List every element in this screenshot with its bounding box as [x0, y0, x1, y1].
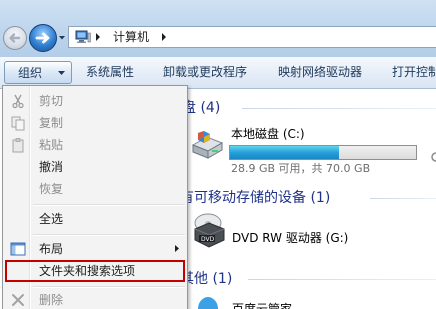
group-divider: [248, 279, 436, 280]
breadcrumb-chevron-right-icon[interactable]: [95, 32, 101, 42]
breadcrumb-chevron-right-icon[interactable]: [161, 32, 167, 42]
menu-separator: [33, 204, 185, 206]
submenu-chevron-right-icon: [175, 245, 179, 252]
copy-icon: [11, 116, 25, 131]
menu-item-layout[interactable]: 布局: [5, 238, 185, 260]
forward-arrow-icon: [35, 32, 50, 44]
organize-menu: 剪切 复制 粘贴 撤消 恢复 全选 布局 文件夹和搜索选项 删除: [2, 85, 188, 309]
clipboard-icon: [12, 138, 24, 153]
menu-item-copy[interactable]: 复制: [5, 112, 185, 134]
group-divider: [370, 198, 436, 199]
capacity-fill-c: [230, 146, 340, 159]
organize-button[interactable]: 组织: [4, 61, 72, 84]
partial-item-icon: [431, 152, 436, 162]
back-button[interactable]: [3, 26, 27, 50]
menu-item-paste[interactable]: 粘贴: [5, 134, 185, 156]
capacity-bar-c: [229, 145, 417, 160]
uninstall-program-button[interactable]: 卸载或更改程序: [163, 61, 247, 84]
address-bar-area: 计算机: [0, 0, 436, 57]
menu-item-label: 全选: [39, 212, 64, 226]
menu-item-label: 粘贴: [39, 138, 64, 152]
capacity-text-c: 28.9 GB 可用，共 70.0 GB: [231, 162, 371, 175]
explorer-window: 计算机 组织 系统属性 卸载或更改程序 映射网络驱动器 打开控制 硬盘 (4): [0, 0, 436, 309]
menu-item-delete[interactable]: 删除: [5, 289, 185, 309]
hard-drive-icon: [191, 131, 224, 159]
menu-item-label: 删除: [39, 293, 64, 307]
menu-item-label: 剪切: [39, 94, 64, 108]
menu-item-label: 复制: [39, 116, 64, 130]
group-divider: [242, 108, 436, 109]
menu-item-label: 撤消: [39, 160, 64, 174]
menu-separator: [33, 234, 185, 236]
forward-button[interactable]: [29, 24, 57, 52]
menu-separator: [33, 286, 185, 288]
cloud-app-icon: [198, 297, 218, 309]
menu-item-undo[interactable]: 撤消: [5, 156, 185, 178]
other-item-label: 百度云管家: [232, 302, 293, 309]
menu-item-folder-options[interactable]: 文件夹和搜索选项: [5, 260, 185, 282]
group-header-removable[interactable]: 有可移动存储的设备 (1): [180, 189, 330, 207]
drive-name-c: 本地磁盘 (C:): [231, 127, 305, 141]
chevron-down-icon: [58, 71, 65, 75]
svg-text:DVD: DVD: [201, 236, 215, 243]
organize-label: 组织: [18, 66, 43, 80]
menu-item-select-all[interactable]: 全选: [5, 208, 185, 230]
menu-item-label: 布局: [39, 242, 64, 256]
menu-item-label: 恢复: [39, 182, 64, 196]
back-arrow-icon: [9, 33, 21, 43]
menu-item-label: 文件夹和搜索选项: [39, 264, 136, 278]
computer-icon: [75, 30, 91, 43]
scissors-icon: [12, 94, 24, 109]
menu-item-redo[interactable]: 恢复: [5, 178, 185, 200]
open-control-panel-button[interactable]: 打开控制: [392, 61, 436, 84]
system-properties-button[interactable]: 系统属性: [86, 61, 134, 84]
dvd-drive-icon: DVD: [194, 213, 225, 248]
menu-item-cut[interactable]: 剪切: [5, 90, 185, 112]
address-field[interactable]: 计算机: [68, 26, 436, 48]
breadcrumb-location[interactable]: 计算机: [113, 29, 149, 45]
map-network-drive-button[interactable]: 映射网络驱动器: [278, 61, 362, 84]
recent-pages-chevron-down-icon[interactable]: [58, 34, 66, 42]
delete-x-icon: [12, 294, 24, 306]
layout-icon: [10, 242, 26, 256]
drive-name-g: DVD RW 驱动器 (G:): [232, 231, 349, 245]
